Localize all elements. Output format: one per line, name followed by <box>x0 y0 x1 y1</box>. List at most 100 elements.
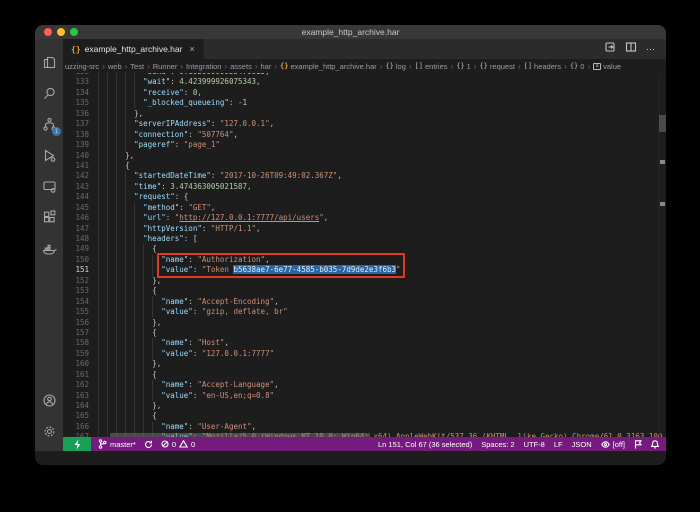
code-line[interactable]: 134 "receive": 0, <box>63 88 666 98</box>
code-line[interactable]: 165 { <box>63 411 666 421</box>
code-line[interactable]: 138 "connection": "507764", <box>63 130 666 140</box>
code-line[interactable]: 159 "value": "127.0.0.1:7777" <box>63 349 666 359</box>
more-actions-icon[interactable]: ⋯ <box>646 44 656 55</box>
url-link[interactable]: http://127.0.0.1:7777/api/users <box>179 213 319 222</box>
line-number: 135 <box>63 98 89 108</box>
code-line[interactable]: 156 }, <box>63 318 666 328</box>
code-line[interactable]: 139 "pageref": "page_1" <box>63 140 666 150</box>
line-number: 162 <box>63 380 89 390</box>
breadcrumb-item[interactable]: assets <box>230 62 252 71</box>
extensions-icon[interactable] <box>35 202 63 233</box>
code-line[interactable]: 149 { <box>63 244 666 254</box>
code-line[interactable]: 148 "headers": [ <box>63 234 666 244</box>
vertical-scrollbar-thumb[interactable] <box>659 115 666 132</box>
notifications-bell-icon[interactable] <box>651 440 659 449</box>
feedback-flag-icon[interactable] <box>634 440 642 449</box>
source-control-icon[interactable]: 1 <box>35 109 63 140</box>
breadcrumb-item[interactable]: uzzing-src <box>65 62 99 71</box>
code-line[interactable]: 151 "value": "Token b5638ae7-6e77-4585-b… <box>63 265 666 275</box>
code-line[interactable]: 157 { <box>63 328 666 338</box>
code-line[interactable]: 144 "request": { <box>63 192 666 202</box>
line-number: 143 <box>63 182 89 192</box>
zoom-window-button[interactable] <box>70 28 78 36</box>
breadcrumb-item[interactable]: Integration <box>186 62 221 71</box>
breadcrumb-label: value <box>603 62 621 71</box>
code-line[interactable]: 146 "url": "http://127.0.0.1:7777/api/us… <box>63 213 666 223</box>
tab-close-icon[interactable]: × <box>189 44 194 54</box>
language-mode-item[interactable]: JSON <box>572 440 592 449</box>
cursor-position-item[interactable]: Ln 151, Col 67 (36 selected) <box>378 440 472 449</box>
code-line[interactable]: 135 "_blocked_queueing": -1 <box>63 98 666 108</box>
code-line[interactable]: 147 "httpVersion": "HTTP/1.1", <box>63 224 666 234</box>
breadcrumb-item[interactable]: {}request <box>479 62 514 71</box>
minimize-window-button[interactable] <box>57 28 65 36</box>
code-line[interactable]: 137 "serverIPAddress": "127.0.0.1", <box>63 119 666 129</box>
breadcrumb-label: Test <box>130 62 144 71</box>
status-bar: master* 0 0 Ln 151, Col 67 (36 selected)… <box>63 437 666 451</box>
explorer-icon[interactable] <box>35 47 63 78</box>
code-line[interactable]: 140 }, <box>63 151 666 161</box>
code-line[interactable]: 136 }, <box>63 109 666 119</box>
breadcrumb-item[interactable]: {}1 <box>456 62 471 71</box>
breadcrumb-label: request <box>490 62 515 71</box>
editor[interactable]: 132 "send": 0.10200000935470013,133 "wai… <box>63 73 666 437</box>
docker-icon[interactable] <box>35 233 63 264</box>
remote-indicator[interactable] <box>63 437 91 451</box>
tab-example-http-archive[interactable]: {} example_http_archive.har × <box>63 39 204 59</box>
git-branch-item[interactable]: master* <box>98 439 136 449</box>
code-line[interactable]: 164 }, <box>63 401 666 411</box>
split-editor-icon[interactable] <box>625 40 637 58</box>
eol-item[interactable]: LF <box>554 440 563 449</box>
code-line[interactable]: 154 "name": "Accept-Encoding", <box>63 297 666 307</box>
line-number: 140 <box>63 151 89 161</box>
code-line[interactable]: 145 "method": "GET", <box>63 203 666 213</box>
accounts-icon[interactable] <box>35 385 63 416</box>
breadcrumb-item[interactable]: {}log <box>385 62 405 71</box>
breadcrumb-item[interactable]: {}0 <box>570 62 585 71</box>
breadcrumb-item[interactable]: []entries <box>415 62 448 71</box>
breadcrumb-item[interactable]: Runner <box>153 62 178 71</box>
breadcrumb-separator: › <box>587 62 590 71</box>
settings-gear-icon[interactable] <box>35 416 63 447</box>
sync-icon[interactable] <box>144 440 153 449</box>
code-line[interactable]: 150 "name": "Authorization", <box>63 255 666 265</box>
code-line[interactable]: 152 }, <box>63 276 666 286</box>
breadcrumb-separator: › <box>564 62 567 71</box>
search-icon[interactable] <box>35 78 63 109</box>
line-number: 152 <box>63 276 89 286</box>
horizontal-scrollbar-thumb[interactable] <box>110 433 370 437</box>
breadcrumb-item[interactable]: avalue <box>593 62 621 71</box>
problems-item[interactable]: 0 0 <box>161 440 195 449</box>
line-number: 157 <box>63 328 89 338</box>
encoding-item[interactable]: UTF-8 <box>524 440 545 449</box>
code-line[interactable]: 160 }, <box>63 359 666 369</box>
breadcrumb-label: example_http_archive.har <box>290 62 376 71</box>
run-and-debug-icon[interactable] <box>35 140 63 171</box>
code-line[interactable]: 133 "wait": 4.423999926075343, <box>63 77 666 87</box>
code-line[interactable]: 141 { <box>63 161 666 171</box>
code-line[interactable]: 143 "time": 3.474363005021587, <box>63 182 666 192</box>
close-window-button[interactable] <box>44 28 52 36</box>
code-line[interactable]: 163 "value": "en-US,en;q=0.8" <box>63 391 666 401</box>
line-number: 159 <box>63 349 89 359</box>
code-line[interactable]: 162 "name": "Accept-Language", <box>63 380 666 390</box>
error-icon <box>161 440 169 448</box>
vertical-scrollbar[interactable] <box>659 73 666 437</box>
breadcrumb-item[interactable]: web <box>108 62 122 71</box>
code-line[interactable]: 158 "name": "Host", <box>63 338 666 348</box>
code-line[interactable]: 153 { <box>63 286 666 296</box>
code-line[interactable]: 142 "startedDateTime": "2017-10-26T09:49… <box>63 171 666 181</box>
indentation-item[interactable]: Spaces: 2 <box>481 440 514 449</box>
breadcrumb[interactable]: uzzing-src›web›Test›Runner›Integration›a… <box>63 59 666 73</box>
breadcrumb-item[interactable]: []headers <box>524 62 562 71</box>
breadcrumb-item[interactable]: Test <box>130 62 144 71</box>
code-line[interactable]: 166 "name": "User-Agent", <box>63 422 666 432</box>
code-line[interactable]: 161 { <box>63 370 666 380</box>
tab-bar: {} example_http_archive.har × ⋯ <box>63 39 666 59</box>
open-changes-icon[interactable] <box>604 40 616 58</box>
remote-explorer-icon[interactable] <box>35 171 63 202</box>
breadcrumb-item[interactable]: har <box>261 62 272 71</box>
code-line[interactable]: 155 "value": "gzip, deflate, br" <box>63 307 666 317</box>
screencast-item[interactable]: [off] <box>601 440 625 449</box>
breadcrumb-item[interactable]: {}example_http_archive.har <box>280 62 377 71</box>
